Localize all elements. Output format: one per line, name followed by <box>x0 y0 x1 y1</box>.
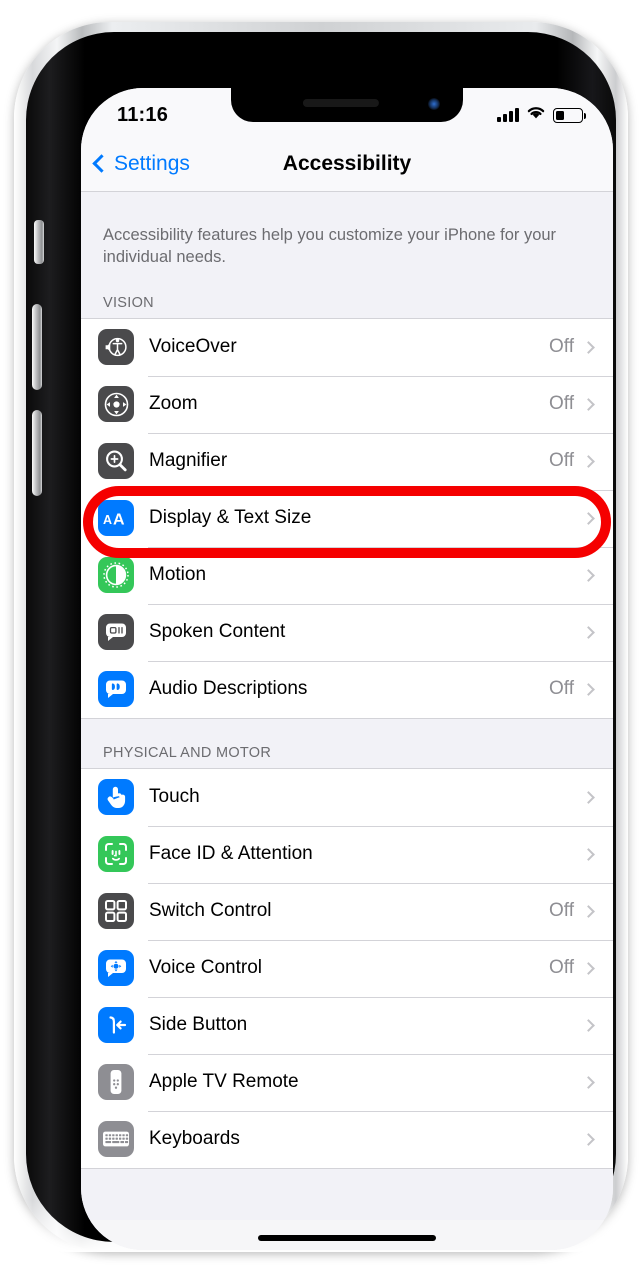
settings-row-label: Touch <box>149 786 200 808</box>
settings-row-label: Audio Descriptions <box>149 678 308 700</box>
settings-row-label: Keyboards <box>149 1128 240 1150</box>
magnifier-icon <box>98 443 134 480</box>
voice-control-icon <box>98 950 134 987</box>
section-header: PHYSICAL AND MOTOR <box>103 744 272 761</box>
chevron-right-icon <box>582 1132 595 1146</box>
settings-row-label: Spoken Content <box>149 621 286 643</box>
settings-row-zoom[interactable]: Zoom Off <box>81 375 613 433</box>
settings-row-keyboards[interactable]: Keyboards <box>81 1110 613 1168</box>
battery-fill <box>556 110 564 120</box>
chevron-right-icon <box>582 1018 595 1032</box>
notch <box>231 88 463 122</box>
zoom-icon <box>98 386 134 423</box>
settings-row-value: Off <box>549 900 574 922</box>
settings-row-value: Off <box>549 957 574 979</box>
motion-icon <box>98 557 134 594</box>
settings-row-label: Display & Text Size <box>149 507 312 529</box>
mute-switch-button[interactable] <box>34 220 44 264</box>
side-button-icon <box>98 1007 134 1044</box>
settings-row-label: Magnifier <box>149 450 228 472</box>
spoken-content-icon <box>98 614 134 651</box>
svg-text:A: A <box>103 513 112 527</box>
chevron-right-icon <box>582 625 595 639</box>
navigation-bar: Accessibility Settings <box>81 136 613 192</box>
settings-row-display-text-size[interactable]: A A Display & Text Size <box>81 489 613 547</box>
home-indicator[interactable] <box>258 1235 436 1241</box>
chevron-right-icon <box>582 847 595 861</box>
settings-row-voice-control[interactable]: Voice Control Off <box>81 939 613 997</box>
volume-down-button[interactable] <box>32 410 42 496</box>
chevron-right-icon <box>582 397 595 411</box>
display-text-size-icon: A A <box>98 500 134 537</box>
apple-tv-remote-icon <box>98 1064 134 1101</box>
touch-icon <box>98 779 134 816</box>
settings-row-magnifier[interactable]: Magnifier Off <box>81 432 613 490</box>
cellular-signal-icon <box>497 108 519 122</box>
settings-row-touch[interactable]: Touch <box>81 768 613 826</box>
audio-descriptions-icon <box>98 671 134 708</box>
settings-row-audio-descriptions[interactable]: Audio Descriptions Off <box>81 660 613 718</box>
settings-row-face-id-attention[interactable]: Face ID & Attention <box>81 825 613 883</box>
keyboards-icon <box>98 1121 134 1158</box>
settings-row-label: Apple TV Remote <box>149 1071 299 1093</box>
settings-row-label: Zoom <box>149 393 198 415</box>
svg-text:A: A <box>113 512 125 529</box>
settings-row-label: Voice Control <box>149 957 263 979</box>
settings-row-voiceover[interactable]: VoiceOver Off <box>81 318 613 376</box>
settings-row-value: Off <box>549 450 574 472</box>
settings-group: Touch Face ID & Attention Switch Control… <box>81 767 613 1169</box>
volume-up-button[interactable] <box>32 304 42 390</box>
sections-host: VISION VoiceOver Off Zoom Off Magnifier Off… <box>81 269 613 1169</box>
settings-row-label: Motion <box>149 564 207 586</box>
chevron-right-icon <box>582 904 595 918</box>
chevron-right-icon <box>582 340 595 354</box>
section-header: VISION <box>103 294 154 311</box>
settings-row-motion[interactable]: Motion <box>81 546 613 604</box>
settings-row-side-button[interactable]: Side Button <box>81 996 613 1054</box>
chevron-right-icon <box>582 568 595 582</box>
settings-row-label: Face ID & Attention <box>149 843 313 865</box>
chevron-right-icon <box>582 1075 595 1089</box>
settings-row-apple-tv-remote[interactable]: Apple TV Remote <box>81 1053 613 1111</box>
phone-screen: 11:16 Accessibility Settings Accessibili… <box>81 88 613 1250</box>
chevron-right-icon <box>582 511 595 525</box>
chevron-right-icon <box>582 454 595 468</box>
earpiece-speaker-icon <box>302 99 379 107</box>
settings-row-switch-control[interactable]: Switch Control Off <box>81 882 613 940</box>
phone-mockup: 11:16 Accessibility Settings Accessibili… <box>0 0 642 1274</box>
chevron-left-icon <box>92 154 111 173</box>
settings-row-value: Off <box>549 336 574 358</box>
battery-icon <box>553 107 586 123</box>
back-button-label: Settings <box>114 151 190 175</box>
settings-row-label: Switch Control <box>149 900 272 922</box>
chevron-right-icon <box>582 682 595 696</box>
back-button[interactable]: Settings <box>92 151 190 176</box>
settings-row-label: VoiceOver <box>149 336 237 358</box>
phone-chassis: 11:16 Accessibility Settings Accessibili… <box>26 32 616 1250</box>
settings-row-value: Off <box>549 678 574 700</box>
settings-row-label: Side Button <box>149 1014 248 1036</box>
settings-group: VoiceOver Off Zoom Off Magnifier Off A A Di… <box>81 317 613 719</box>
front-camera-icon <box>428 98 440 110</box>
chevron-right-icon <box>582 961 595 975</box>
wifi-icon <box>526 105 546 125</box>
settings-row-value: Off <box>549 393 574 415</box>
chevron-right-icon <box>582 790 595 804</box>
switch-control-icon <box>98 893 134 930</box>
settings-list[interactable]: Accessibility features help you customiz… <box>81 192 613 1250</box>
face-id-icon <box>98 836 134 873</box>
status-time: 11:16 <box>117 103 169 126</box>
settings-row-spoken-content[interactable]: Spoken Content <box>81 603 613 661</box>
status-indicators <box>497 105 586 125</box>
intro-description: Accessibility features help you customiz… <box>103 226 557 267</box>
voiceover-icon <box>98 329 134 366</box>
